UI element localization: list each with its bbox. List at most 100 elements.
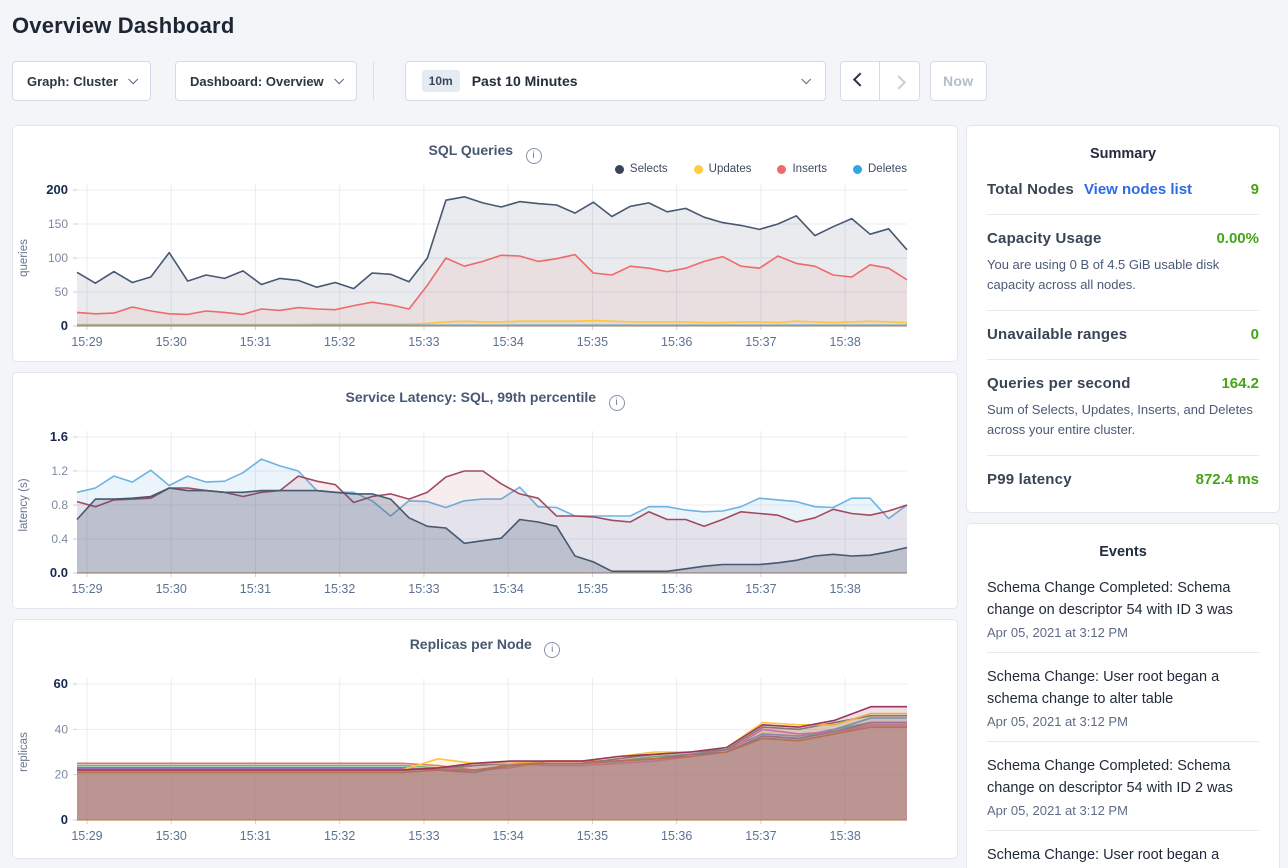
svg-text:0: 0 xyxy=(61,812,68,827)
svg-text:15:36: 15:36 xyxy=(661,829,692,843)
time-range-dropdown[interactable]: 10m Past 10 Minutes xyxy=(405,61,826,101)
summary-row-p99-latency: P99 latency 872.4 ms xyxy=(987,455,1259,504)
legend-item: Inserts xyxy=(777,163,827,175)
svg-text:20: 20 xyxy=(55,768,69,782)
time-prev-button[interactable] xyxy=(841,62,880,100)
summary-title: Summary xyxy=(987,146,1259,162)
svg-text:15:29: 15:29 xyxy=(71,582,102,596)
dashboard-dropdown[interactable]: Dashboard: Overview xyxy=(175,61,357,101)
chart-legend: Selects Updates Inserts Deletes xyxy=(13,160,957,178)
event-item: Schema Change: User root began a schema … xyxy=(987,830,1259,868)
event-item: Schema Change: User root began a schema … xyxy=(987,652,1259,741)
svg-text:100: 100 xyxy=(48,251,68,265)
events-title: Events xyxy=(987,544,1259,560)
charts-column: SQL Queries i SelectsUpdatesInsertsDelet… xyxy=(12,125,958,859)
legend-item: Updates xyxy=(694,163,752,175)
svg-text:15:38: 15:38 xyxy=(830,829,861,843)
summary-label: Total Nodes xyxy=(987,181,1074,198)
chevron-down-icon xyxy=(801,74,811,84)
summary-value: 0.00% xyxy=(1216,230,1259,247)
legend-item: Deletes xyxy=(853,163,907,175)
svg-text:15:37: 15:37 xyxy=(745,582,776,596)
svg-text:0.4: 0.4 xyxy=(51,532,68,546)
svg-text:15:36: 15:36 xyxy=(661,335,692,349)
time-range-label: Past 10 Minutes xyxy=(472,73,578,89)
legend-dot-icon xyxy=(853,165,862,174)
svg-text:1.6: 1.6 xyxy=(50,429,68,444)
page-header: Overview Dashboard xyxy=(0,0,1288,39)
svg-text:15:31: 15:31 xyxy=(240,829,271,843)
event-item: Schema Change Completed: Schema change o… xyxy=(987,564,1259,652)
view-nodes-list-link[interactable]: View nodes list xyxy=(1084,181,1192,198)
toolbar-divider xyxy=(373,62,374,100)
summary-row-total-nodes: Total Nodes View nodes list 9 xyxy=(987,166,1259,214)
svg-text:15:32: 15:32 xyxy=(324,829,355,843)
chart-title: Service Latency: SQL, 99th percentile xyxy=(346,389,597,405)
svg-text:15:33: 15:33 xyxy=(408,335,439,349)
svg-text:15:37: 15:37 xyxy=(745,335,776,349)
sidebar: Summary Total Nodes View nodes list 9 Ca… xyxy=(966,125,1280,868)
svg-text:15:33: 15:33 xyxy=(408,582,439,596)
event-timestamp: Apr 05, 2021 at 3:12 PM xyxy=(987,625,1259,640)
graph-dropdown[interactable]: Graph: Cluster xyxy=(12,61,151,101)
summary-label: Queries per second xyxy=(987,375,1131,392)
svg-text:0: 0 xyxy=(61,318,68,333)
svg-text:15:30: 15:30 xyxy=(156,582,187,596)
now-button[interactable]: Now xyxy=(930,61,987,101)
dashboard-dropdown-label: Dashboard: Overview xyxy=(190,74,324,89)
svg-text:15:35: 15:35 xyxy=(577,582,608,596)
legend-dot-icon xyxy=(694,165,703,174)
svg-text:15:29: 15:29 xyxy=(71,829,102,843)
summary-label: Unavailable ranges xyxy=(987,326,1127,343)
chart-legend xyxy=(13,654,957,672)
time-next-button[interactable] xyxy=(880,62,919,100)
svg-text:15:35: 15:35 xyxy=(577,335,608,349)
svg-text:15:31: 15:31 xyxy=(240,582,271,596)
svg-text:50: 50 xyxy=(55,285,69,299)
svg-text:15:33: 15:33 xyxy=(408,829,439,843)
chart-card-replicas-per-node: Replicas per Node i 15:2915:3015:3115:32… xyxy=(12,619,958,859)
svg-text:0.8: 0.8 xyxy=(51,498,68,512)
summary-label: Capacity Usage xyxy=(987,230,1102,247)
main-content: SQL Queries i SelectsUpdatesInsertsDelet… xyxy=(12,125,1280,868)
summary-value: 0 xyxy=(1251,326,1259,343)
info-icon[interactable]: i xyxy=(609,395,625,411)
svg-text:0.0: 0.0 xyxy=(50,565,68,580)
summary-value: 9 xyxy=(1251,181,1259,198)
summary-row-capacity-usage: Capacity Usage 0.00% You are using 0 B o… xyxy=(987,214,1259,310)
event-timestamp: Apr 05, 2021 at 3:12 PM xyxy=(987,803,1259,818)
svg-text:15:38: 15:38 xyxy=(830,335,861,349)
legend-dot-icon xyxy=(615,165,624,174)
chart-card-sql-queries: SQL Queries i SelectsUpdatesInsertsDelet… xyxy=(12,125,958,362)
svg-text:60: 60 xyxy=(54,676,68,691)
summary-row-unavailable-ranges: Unavailable ranges 0 xyxy=(987,310,1259,359)
events-card: Events Schema Change Completed: Schema c… xyxy=(966,523,1280,868)
svg-text:15:34: 15:34 xyxy=(493,582,524,596)
service-latency-chart[interactable]: 15:29 15:30 15:31 15:32 15:33 15:34 15:35 15:36… xyxy=(13,425,959,607)
summary-value: 164.2 xyxy=(1221,375,1259,392)
toolbar: Graph: Cluster Dashboard: Overview 10m P… xyxy=(12,61,1280,101)
chart-card-service-latency: Service Latency: SQL, 99th percentile i … xyxy=(12,372,958,609)
svg-text:15:32: 15:32 xyxy=(324,582,355,596)
svg-text:15:30: 15:30 xyxy=(156,335,187,349)
time-pager xyxy=(840,61,920,101)
legend-item: Selects xyxy=(615,163,668,175)
graph-dropdown-label: Graph: Cluster xyxy=(27,74,118,89)
svg-text:15:36: 15:36 xyxy=(661,582,692,596)
sql-queries-chart[interactable]: 15:2915:3015:3115:3215:3315:3415:3515:36… xyxy=(13,178,959,360)
svg-text:15:34: 15:34 xyxy=(493,335,524,349)
svg-text:15:37: 15:37 xyxy=(745,829,776,843)
svg-text:200: 200 xyxy=(46,182,68,197)
replicas-per-node-chart[interactable]: 15:2915:3015:3115:3215:3315:3415:3515:36… xyxy=(13,672,959,854)
svg-text:15:35: 15:35 xyxy=(577,829,608,843)
chevron-down-icon xyxy=(334,74,344,84)
svg-text:15:32: 15:32 xyxy=(324,335,355,349)
summary-description: You are using 0 B of 4.5 GiB usable disk… xyxy=(987,255,1259,294)
summary-row-queries-per-second: Queries per second 164.2 Sum of Selects,… xyxy=(987,359,1259,455)
event-message: Schema Change Completed: Schema change o… xyxy=(987,577,1259,622)
event-message: Schema Change: User root began a schema … xyxy=(987,844,1259,868)
svg-text:15:30: 15:30 xyxy=(156,829,187,843)
svg-text:1.2: 1.2 xyxy=(51,464,68,478)
info-icon[interactable]: i xyxy=(526,148,542,164)
svg-text:15:38: 15:38 xyxy=(830,582,861,596)
